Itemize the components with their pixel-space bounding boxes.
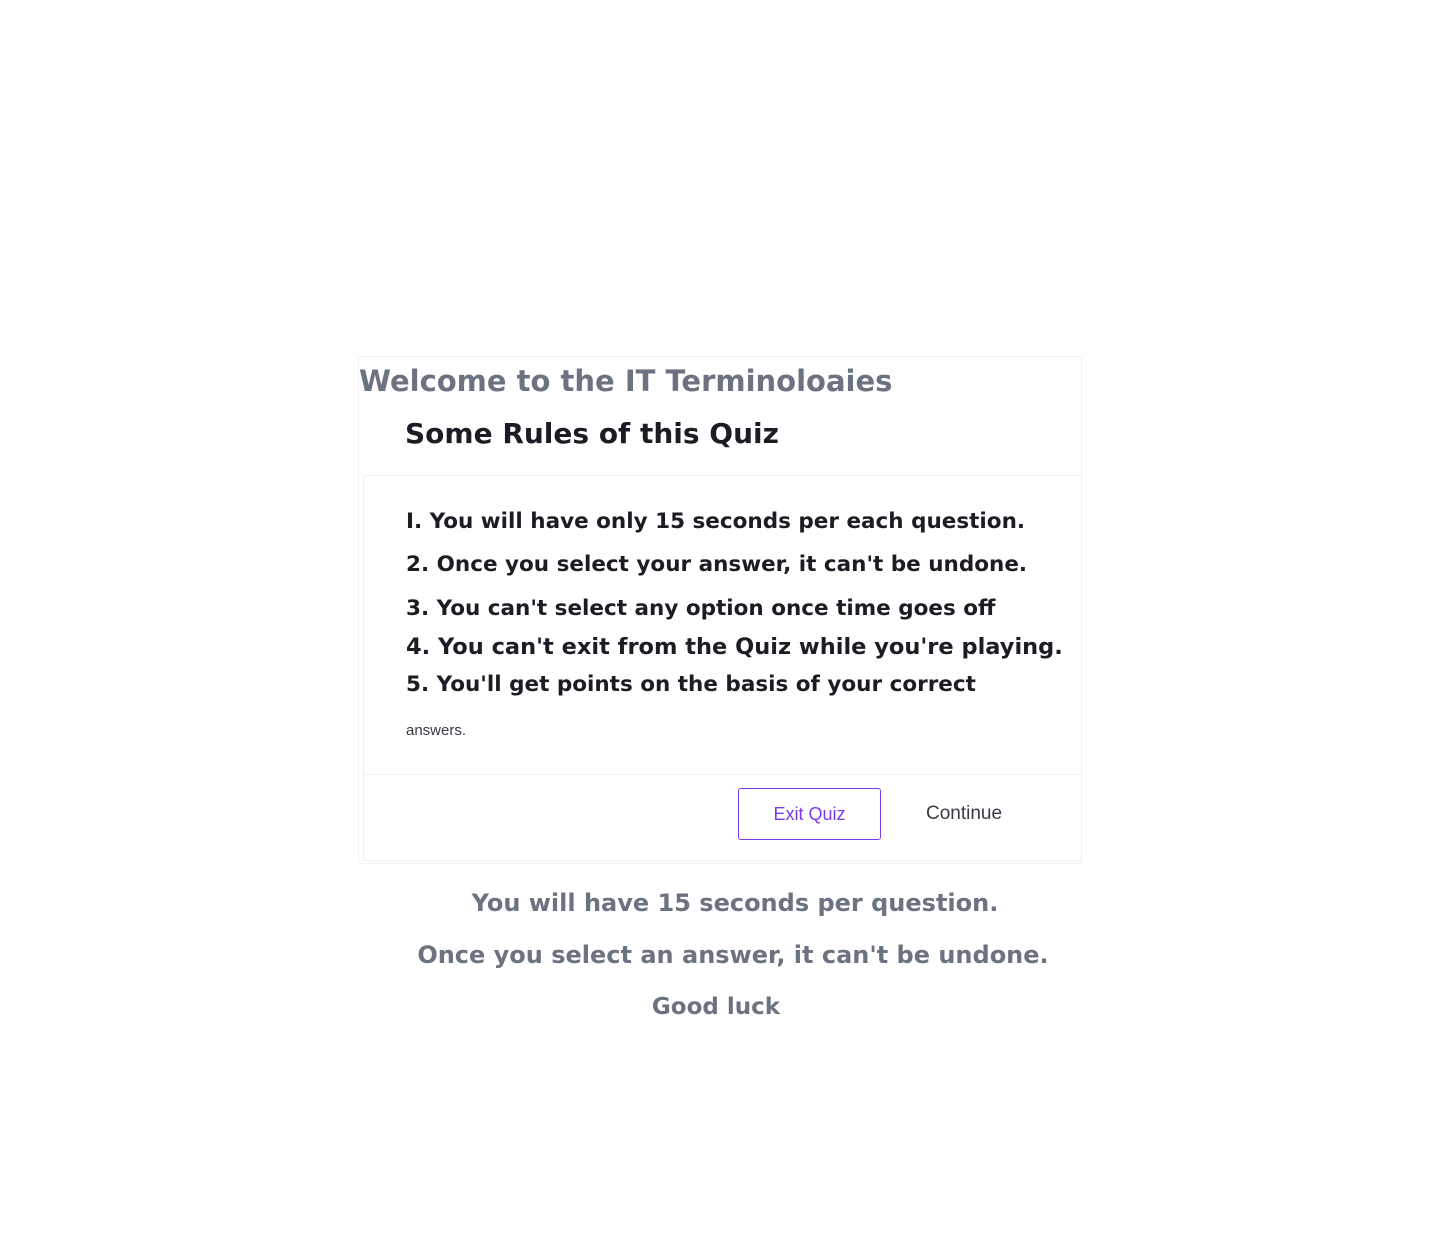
welcome-title: Welcome to the IT Terminoloaies <box>359 364 893 398</box>
quiz-page: Welcome to the IT Terminoloaies Some Rul… <box>0 0 1440 1247</box>
rule-item: 4. You can't exit from the Quiz while yo… <box>406 634 1063 660</box>
info-no-undo: Once you select an answer, it can't be u… <box>417 941 1049 969</box>
rule-item: 3. You can't select any option once time… <box>406 596 996 621</box>
rule-continuation: answers. <box>406 722 467 739</box>
quiz-rules-card: Welcome to the IT Terminoloaies Some Rul… <box>358 356 1083 864</box>
rules-title: Some Rules of this Quiz <box>405 417 779 450</box>
rule-item: 5. You'll get points on the basis of you… <box>406 672 976 697</box>
info-good-luck: Good luck <box>651 994 781 1020</box>
rules-list: I. You will have only 15 seconds per eac… <box>363 475 1083 775</box>
card-footer: Exit Quiz Continue <box>363 775 1083 861</box>
exit-quiz-button[interactable]: Exit Quiz <box>738 788 881 840</box>
rule-item: 2. Once you select your answer, it can't… <box>406 552 1028 577</box>
continue-button[interactable]: Continue <box>904 788 1024 840</box>
info-time-limit: You will have 15 seconds per question. <box>471 889 999 917</box>
rule-item: I. You will have only 15 seconds per eac… <box>406 509 1026 534</box>
